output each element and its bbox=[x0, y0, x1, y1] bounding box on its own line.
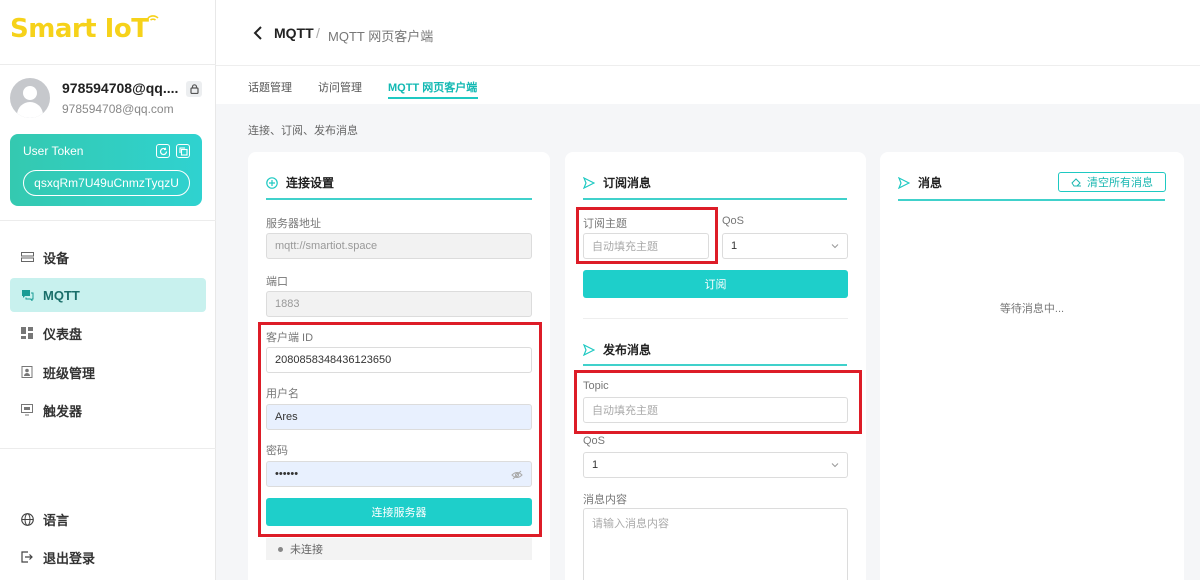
send-icon bbox=[583, 343, 595, 356]
user-token-card: User Token qsxqRm7U49uCnmzTyqzU bbox=[10, 134, 202, 206]
nav-item-trigger[interactable]: 触发器 bbox=[10, 393, 206, 427]
clear-all-messages-button[interactable]: 清空所有消息 bbox=[1058, 172, 1166, 192]
card-title-text: 发布消息 bbox=[603, 343, 652, 357]
send-icon bbox=[898, 176, 910, 189]
eraser-icon bbox=[1071, 178, 1081, 187]
nav-label: 设备 bbox=[43, 250, 70, 266]
card-title: 消息 bbox=[898, 174, 942, 191]
publish-qos-label: QoS bbox=[583, 435, 606, 447]
card-title-text: 消息 bbox=[918, 176, 943, 190]
nav-label: 语言 bbox=[43, 512, 70, 528]
qos-value: 1 bbox=[592, 459, 599, 471]
highlight-box bbox=[576, 207, 718, 264]
nav-label: 触发器 bbox=[43, 403, 83, 419]
title-underline bbox=[898, 199, 1165, 201]
status-dot bbox=[278, 546, 283, 552]
top-bar: MQTT / MQTT 网页客户端 bbox=[216, 0, 1200, 66]
nav-item-devices[interactable]: 设备 bbox=[10, 240, 206, 274]
messages-card: 消息 清空所有消息 等待消息中... bbox=[880, 152, 1184, 580]
subscribe-button[interactable]: 订阅 bbox=[583, 270, 848, 298]
plus-circle-icon bbox=[266, 176, 278, 189]
waiting-message: 等待消息中... bbox=[999, 303, 1065, 315]
title-underline bbox=[583, 364, 847, 366]
status-text: 未连接 bbox=[290, 544, 323, 556]
server-label: 服务器地址 bbox=[266, 218, 321, 230]
trigger-icon bbox=[20, 403, 34, 417]
device-icon bbox=[20, 250, 34, 264]
active-tab-indicator bbox=[388, 97, 478, 99]
connection-status: 未连接 bbox=[266, 538, 532, 560]
globe-icon bbox=[20, 512, 34, 526]
message-content-label: 消息内容 bbox=[583, 494, 627, 506]
nav-item-mqtt[interactable]: MQTT bbox=[10, 278, 206, 312]
back-arrow-icon[interactable] bbox=[252, 25, 266, 41]
divider bbox=[0, 220, 216, 221]
title-underline bbox=[583, 198, 847, 200]
publish-qos-select[interactable]: 1 bbox=[583, 452, 848, 478]
logout-icon bbox=[20, 550, 34, 564]
nav-item-class-management[interactable]: 班级管理 bbox=[10, 355, 206, 389]
highlight-box bbox=[258, 322, 542, 537]
breadcrumb-separator: / bbox=[316, 25, 320, 41]
tab-mqtt-web-client[interactable]: MQTT 网页客户端 bbox=[388, 79, 477, 95]
logo: Smart IoT bbox=[10, 14, 160, 44]
server-address-value: mqtt://smartiot.space bbox=[275, 240, 378, 252]
card-title: 发布消息 bbox=[583, 341, 651, 358]
token-value[interactable]: qsxqRm7U49uCnmzTyqzU bbox=[23, 170, 190, 196]
tab-access-management[interactable]: 访问管理 bbox=[318, 79, 362, 95]
nav-item-dashboard[interactable]: 仪表盘 bbox=[10, 316, 206, 350]
highlight-box bbox=[574, 370, 862, 434]
copy-icon[interactable] bbox=[176, 144, 190, 158]
lock-icon[interactable] bbox=[186, 81, 202, 97]
refresh-icon[interactable] bbox=[156, 144, 170, 158]
user-name: 978594708@qq.... bbox=[62, 80, 179, 96]
title-underline bbox=[266, 198, 532, 200]
nav-label: 仪表盘 bbox=[43, 326, 83, 342]
nav-label: 班级管理 bbox=[43, 365, 96, 381]
placeholder: 请输入消息内容 bbox=[592, 518, 669, 530]
section-description: 连接、订阅、发布消息 bbox=[248, 125, 358, 137]
subscribe-qos-select[interactable]: 1 bbox=[722, 233, 848, 259]
port-value: 1883 bbox=[275, 298, 300, 310]
dashboard-icon bbox=[20, 326, 34, 340]
message-content-textarea[interactable]: 请输入消息内容 bbox=[583, 508, 848, 580]
qos-value: 1 bbox=[731, 240, 738, 252]
class-icon bbox=[20, 365, 34, 379]
port-input[interactable]: 1883 bbox=[266, 291, 532, 317]
divider bbox=[0, 448, 216, 449]
breadcrumb-current[interactable]: MQTT bbox=[274, 25, 314, 41]
subscribe-qos-label: QoS bbox=[722, 215, 745, 227]
chevron-down-icon bbox=[831, 463, 839, 468]
breadcrumb-page: MQTT 网页客户端 bbox=[328, 29, 434, 44]
tab-bar: 话题管理 访问管理 MQTT 网页客户端 bbox=[216, 66, 1200, 104]
avatar[interactable] bbox=[10, 78, 50, 118]
card-title: 订阅消息 bbox=[583, 174, 651, 191]
logout-button[interactable]: 退出登录 bbox=[10, 540, 206, 574]
nav-label: MQTT bbox=[43, 287, 80, 303]
token-label: User Token bbox=[23, 144, 84, 158]
card-title: 连接设置 bbox=[266, 174, 334, 191]
send-icon bbox=[583, 176, 595, 189]
chat-icon bbox=[20, 288, 34, 302]
language-button[interactable]: 语言 bbox=[10, 502, 206, 536]
tab-topic-management[interactable]: 话题管理 bbox=[248, 79, 292, 95]
server-address-input[interactable]: mqtt://smartiot.space bbox=[266, 233, 532, 259]
clear-button-label: 清空所有消息 bbox=[1087, 177, 1153, 189]
wifi-icon bbox=[147, 15, 160, 21]
divider bbox=[583, 318, 848, 319]
sidebar: Smart IoT 978594708@qq.... 978594708@qq.… bbox=[0, 0, 216, 580]
user-email: 978594708@qq.com bbox=[62, 102, 174, 116]
nav-label: 退出登录 bbox=[43, 550, 96, 566]
card-title-text: 连接设置 bbox=[286, 176, 335, 190]
card-title-text: 订阅消息 bbox=[603, 176, 652, 190]
chevron-down-icon bbox=[831, 244, 839, 249]
logo-text: Smart IoT bbox=[10, 14, 149, 44]
port-label: 端口 bbox=[266, 276, 288, 288]
divider bbox=[0, 64, 216, 65]
